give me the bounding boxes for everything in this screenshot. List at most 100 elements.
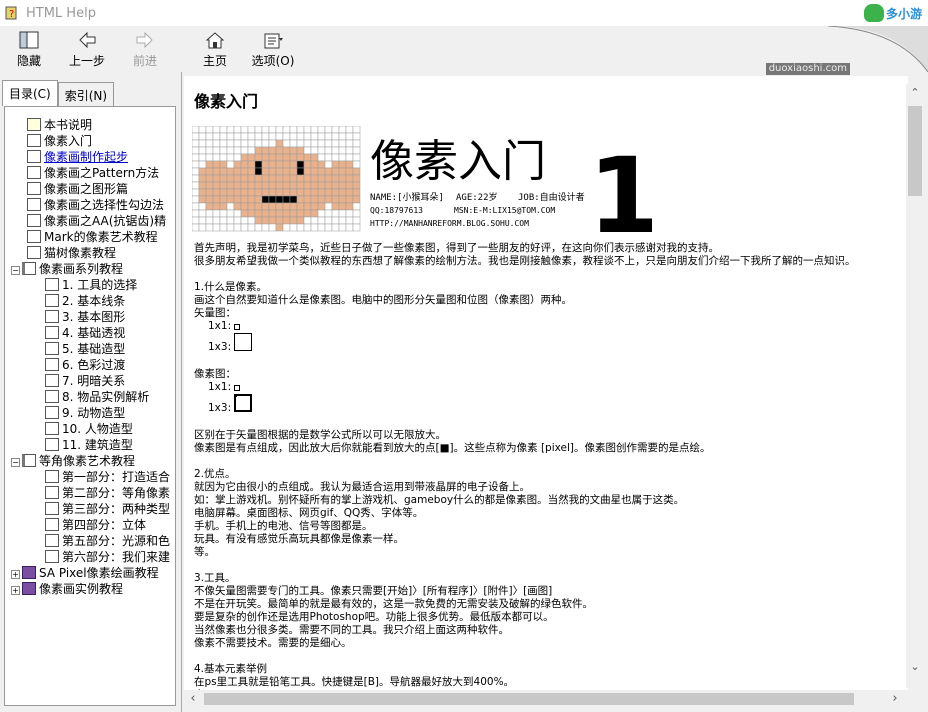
article-line: 不像矢量图需要专门的工具。像素只需要[开始]〉[所有程序]〉[附件]〉[画图] (194, 585, 904, 598)
tree-item[interactable]: 像素画制作起步 (5, 149, 175, 165)
tree-item-label: 2. 基本线条 (62, 294, 126, 308)
scroll-down-icon[interactable]: ⌄ (906, 658, 924, 676)
article-line: 电脑屏幕。桌面图标、网页gif、QQ秀、字体等。 (194, 507, 904, 520)
scroll-up-icon[interactable]: ⌃ (906, 84, 924, 102)
tree-item[interactable]: 像素画之AA(抗锯齿)精 (5, 213, 175, 229)
toolbar-button-home[interactable]: 主页 (186, 26, 244, 72)
tree-item-label: 8. 物品实例解析 (62, 390, 150, 404)
tree-item[interactable]: Mark的像素艺术教程 (5, 229, 175, 245)
options-icon (264, 33, 283, 49)
vertical-scroll-thumb[interactable] (908, 106, 922, 196)
tree-item-label: 像素画之AA(抗锯齿)精 (44, 214, 167, 228)
page-icon (45, 518, 59, 531)
closed-book-icon (22, 582, 36, 595)
tree-item-label: 猫树像素教程 (44, 246, 117, 260)
tree-item[interactable]: − 等角像素艺术教程 (5, 453, 175, 469)
tree-item-label: 11. 建筑造型 (62, 438, 133, 452)
tree-item[interactable]: 第四部分：立体 (5, 517, 175, 533)
tree-item-label: 第四部分：立体 (62, 518, 147, 532)
tree-item[interactable]: 6. 色彩过渡 (5, 357, 175, 373)
tree-item[interactable]: 像素画之Pattern方法 (5, 165, 175, 181)
tree-item[interactable]: 第三部分：两种类型 (5, 501, 175, 517)
tree-item-label: 像素画制作起步 (44, 150, 129, 164)
tree-item[interactable]: − 像素画系列教程 (5, 261, 175, 277)
contents-tree[interactable]: 本书说明 像素入门 像素画制作起步 像素画之Pattern方法 像素画之图形篇 像素画之选… (4, 106, 176, 706)
navigation-pane: 目录(C) 索引(N) 本书说明 像素入门 像素画制作起步 像素画之Pattern方法… (0, 72, 182, 712)
article-text: 玩具。有没有感觉乐高玩具都像是像素一样。 (194, 533, 404, 545)
scroll-right-icon[interactable]: › (886, 690, 904, 708)
article-line: 1x3: (194, 394, 904, 416)
toolbar-button-hide[interactable]: 隐藏 (0, 26, 58, 72)
article-text: 2.优点。 (194, 468, 236, 480)
tree-item[interactable]: 1. 工具的选择 (5, 277, 175, 293)
banner-number: 1 (588, 135, 652, 236)
page-icon (45, 310, 59, 323)
horizontal-scroll-thumb[interactable] (204, 693, 854, 705)
home-icon (205, 32, 225, 49)
tree-item[interactable]: 第一部分：打造适合 (5, 469, 175, 485)
expand-icon[interactable]: + (11, 586, 20, 595)
article-text: 要是复杂的创作还是选用Photoshop吧。功能上很多优势。最低版本都可以。 (194, 611, 554, 623)
tree-item[interactable]: 5. 基础造型 (5, 341, 175, 357)
article-text: 画这个自然要知道什么是像素图。电脑中的图形分矢量图和位图（像素图）两种。 (194, 294, 572, 306)
tree-item-label: 1. 工具的选择 (62, 278, 138, 292)
frog-logo-icon (863, 4, 884, 22)
title-bar: ? HTML Help (0, 0, 928, 26)
tree-item[interactable]: 本书说明 (5, 117, 175, 133)
tree-item-label: 10. 人物造型 (62, 422, 133, 436)
pixel-banner: 像素入门 NAME:[小猴耳朵] AGE:22岁 JOB:自由设计者 QQ:18… (192, 126, 652, 236)
article-line: 4.基本元素举例 (194, 663, 904, 676)
tree-item[interactable]: 像素画之图形篇 (5, 181, 175, 197)
tree-item-label: 5. 基础造型 (62, 342, 126, 356)
tree-item[interactable]: 第五部分：光源和色 (5, 533, 175, 549)
tree-item[interactable]: + SA Pixel像素绘画教程 (5, 565, 175, 581)
closed-book-icon (22, 566, 36, 579)
page-icon (45, 438, 59, 451)
vertical-scrollbar[interactable]: ⌃ ⌄ (906, 84, 924, 688)
toolbar-button-label: 上一步 (68, 54, 105, 68)
article-text: 等。 (194, 546, 215, 558)
tree-item[interactable]: 4. 基础透视 (5, 325, 175, 341)
tree-item[interactable]: 第二部分：等角像素 (5, 485, 175, 501)
tree-item-label: 7. 明暗关系 (62, 374, 126, 388)
article-line: 在ps里工具就是铅笔工具。快捷键是[B]。导航器最好放大到400%。 (194, 676, 904, 689)
tree-item[interactable]: 3. 基本图形 (5, 309, 175, 325)
article-line: 1x1: (194, 381, 904, 394)
article-line: 玩具。有没有感觉乐高玩具都像是像素一样。 (194, 533, 904, 546)
article-line: 像素图是有点组成，因此放大后你就能看到放大的点[■]。这些点称为像素 [pixe… (194, 442, 904, 455)
tree-item[interactable]: 第六部分：我们来建 (5, 549, 175, 565)
toolbar-button-back-arrow[interactable]: 上一步 (58, 26, 116, 72)
toolbar-button-options[interactable]: 选项(O) (244, 26, 302, 72)
page-icon (45, 294, 59, 307)
tree-item[interactable]: 9. 动物造型 (5, 405, 175, 421)
tree-item[interactable]: 10. 人物造型 (5, 421, 175, 437)
scroll-left-icon[interactable]: ‹ (184, 690, 202, 708)
tree-item[interactable]: 像素画之选择性勾边法 (5, 197, 175, 213)
article-line: 1x3: (194, 333, 904, 355)
article-line: 很多朋友希望我做一个类似教程的东西想了解像素的绘制方法。我也是刚接触像素，教程谈… (194, 255, 904, 268)
tree-item[interactable]: 像素入门 (5, 133, 175, 149)
tree-item-label: Mark的像素艺术教程 (44, 230, 158, 244)
collapse-icon[interactable]: − (11, 458, 20, 467)
horizontal-scrollbar[interactable]: ‹ › (184, 690, 906, 708)
tree-item[interactable]: 11. 建筑造型 (5, 437, 175, 453)
toolbar-button-label: 前进 (132, 54, 157, 68)
tab-contents[interactable]: 目录(C) (2, 80, 58, 106)
page-icon (45, 406, 59, 419)
tree-item[interactable]: + 像素画实例教程 (5, 581, 175, 597)
tree-item[interactable]: 7. 明暗关系 (5, 373, 175, 389)
article-text: 像素图： (194, 368, 236, 380)
page-icon (27, 246, 41, 259)
tree-item[interactable]: 8. 物品实例解析 (5, 389, 175, 405)
pixel-square-icon (234, 394, 253, 412)
article-text: 区别在于矢量图根据的是数学公式所以可以无限放大。 (194, 429, 446, 441)
window-title: HTML Help (26, 5, 96, 21)
tree-item[interactable]: 猫树像素教程 (5, 245, 175, 261)
toolbar-button-label: 隐藏 (16, 54, 41, 68)
tree-item[interactable]: 2. 基本线条 (5, 293, 175, 309)
tree-item-label: 像素画实例教程 (39, 582, 124, 596)
collapse-icon[interactable]: − (11, 266, 20, 275)
article-line: 画这个自然要知道什么是像素图。电脑中的图形分矢量图和位图（像素图）两种。 (194, 294, 904, 307)
expand-icon[interactable]: + (11, 570, 20, 579)
tab-index[interactable]: 索引(N) (57, 82, 115, 106)
